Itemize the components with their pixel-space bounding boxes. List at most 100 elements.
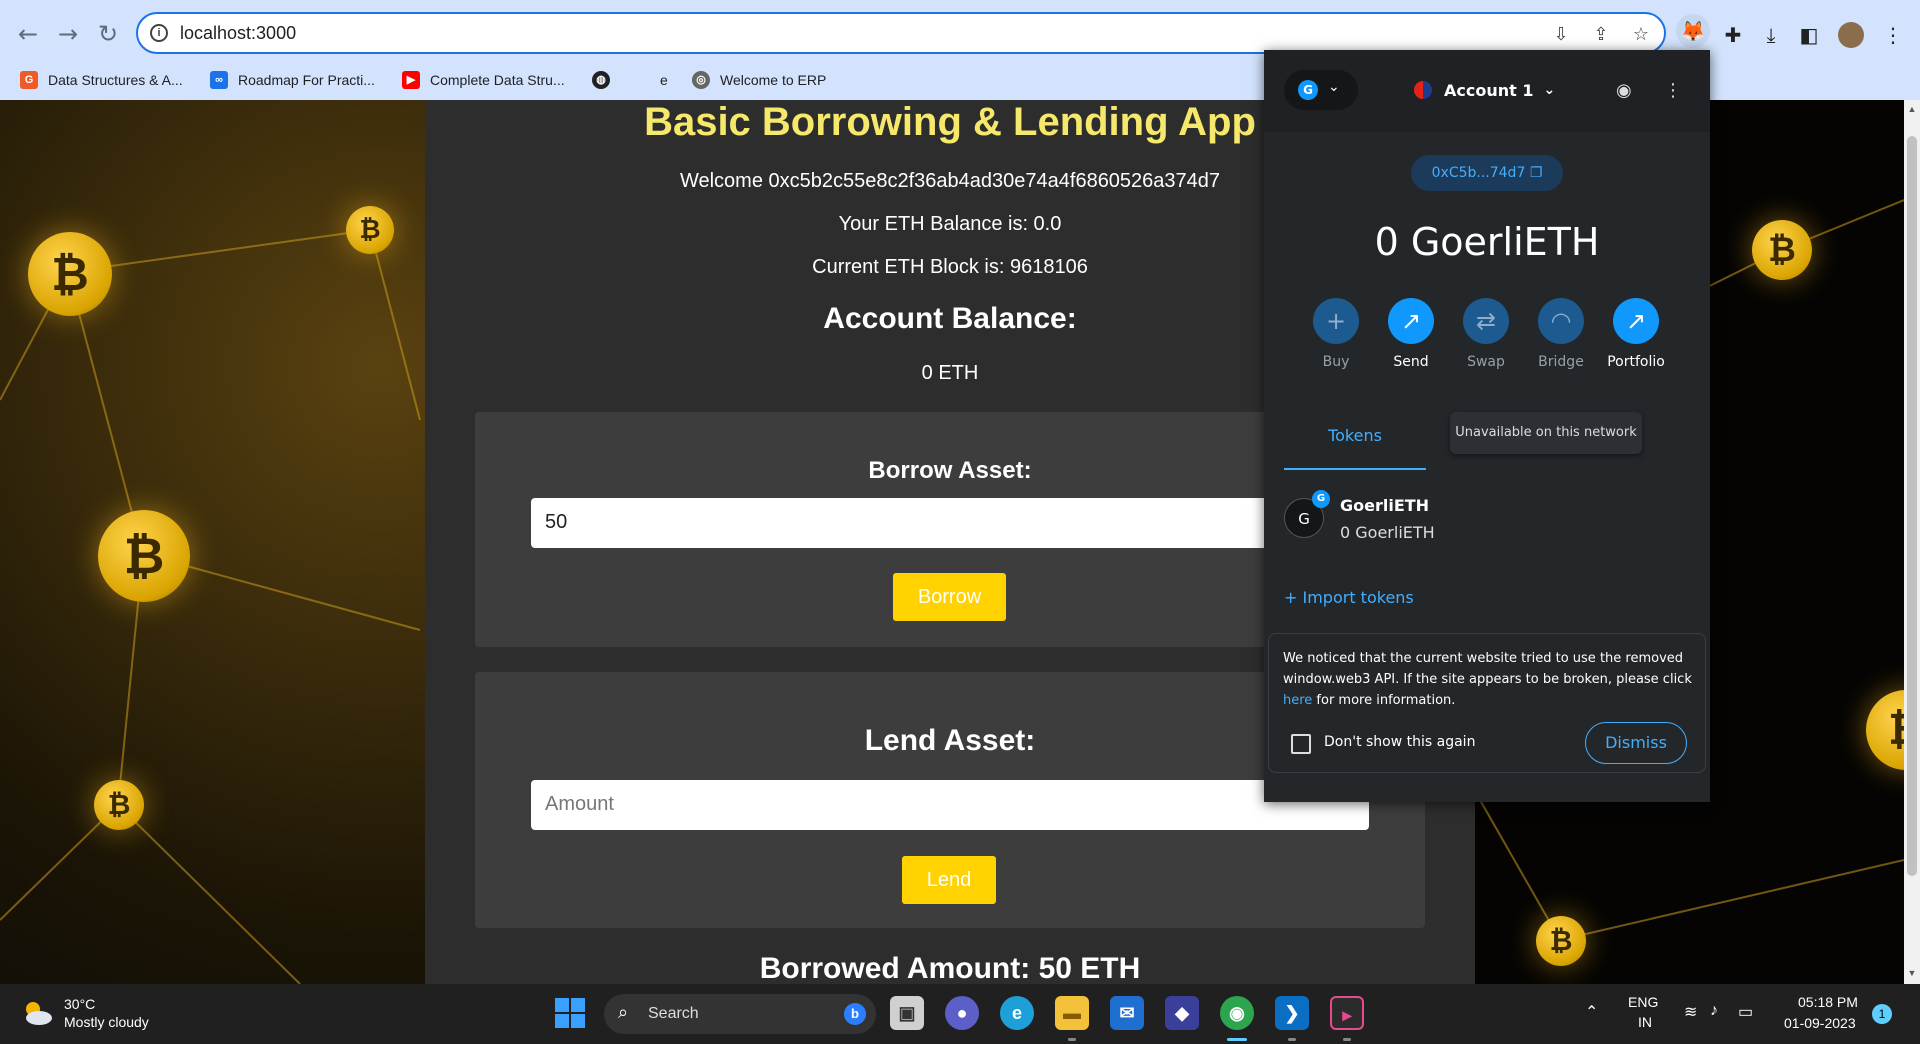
bookmark-item[interactable]: ▶ Complete Data Stru... (402, 68, 565, 92)
portfolio-action[interactable]: ↗ Portfolio (1604, 298, 1668, 370)
file-explorer-icon[interactable]: ▬ (1055, 996, 1089, 1030)
weather-widget[interactable]: 30°C Mostly cloudy (20, 994, 220, 1034)
vscode-icon[interactable]: ❯ (1275, 996, 1309, 1030)
token-amount: 0 GoerliETH (1340, 523, 1435, 542)
metamask-fox-icon[interactable]: 🦊 (1676, 14, 1710, 48)
windows-start-icon[interactable] (555, 998, 585, 1028)
account-address-copy[interactable]: 0xC5b...74d7 ❐ (1411, 155, 1563, 191)
youtube-icon: ▶ (402, 71, 420, 89)
terminal-icon[interactable]: ▸ (1330, 996, 1364, 1030)
lend-amount-input[interactable]: Amount (531, 780, 1369, 830)
account-avatar (1414, 81, 1432, 99)
plus-icon: + (1313, 298, 1359, 344)
bitcoin-coin-icon: ₿ (28, 232, 112, 316)
clock-time[interactable]: 05:18 PM (1798, 994, 1858, 1010)
metamask-popup: G ⌄ Account 1 ⌄ ◉ ⋮ 0xC5b...74d7 ❐ 0 Goe… (1264, 50, 1710, 802)
notice-text: We noticed that the current website trie… (1283, 648, 1693, 711)
buy-action[interactable]: + Buy (1304, 298, 1368, 370)
region-code[interactable]: IN (1638, 1014, 1652, 1030)
borrowed-amount-text: Borrowed Amount: 50 ETH (759, 952, 1141, 984)
share-icon[interactable]: ⇪ (1590, 24, 1612, 46)
copilot-icon[interactable]: ◆ (1165, 996, 1199, 1030)
bridge-action[interactable]: ◠ Bridge (1529, 298, 1593, 370)
url-text[interactable]: localhost:3000 (180, 23, 296, 44)
downloads-icon[interactable]: ⤓ (1758, 22, 1784, 48)
borrow-amount-input[interactable]: 50 (531, 498, 1369, 548)
import-tokens-link[interactable]: + Import tokens (1284, 588, 1414, 607)
reload-icon[interactable]: ↻ (94, 20, 122, 48)
side-panel-icon[interactable]: ◧ (1796, 22, 1822, 48)
forward-icon[interactable]: → (54, 20, 82, 48)
profile-avatar[interactable] (1838, 22, 1864, 48)
tab-tokens[interactable]: Tokens (1284, 418, 1426, 470)
send-action[interactable]: ↗ Send (1379, 298, 1443, 370)
language-code[interactable]: ENG (1628, 994, 1658, 1010)
connected-sites-icon[interactable]: ◉ (1616, 80, 1632, 101)
lend-button[interactable]: Lend (902, 856, 996, 904)
app-running-indicator (1343, 1038, 1351, 1041)
weather-temp: 30°C (64, 996, 96, 1012)
edge-icon[interactable]: e (1000, 996, 1034, 1030)
scroll-thumb[interactable] (1907, 136, 1917, 876)
wifi-icon[interactable]: ≋ (1684, 1002, 1697, 1022)
notice-link[interactable]: here (1283, 693, 1312, 708)
account-name: Account 1 (1444, 80, 1534, 100)
app-active-indicator (1227, 1038, 1247, 1041)
search-icon: ⌕ (618, 1002, 629, 1023)
unavailable-tooltip: Unavailable on this network (1450, 412, 1642, 454)
action-label: Bridge (1538, 354, 1584, 370)
chrome-icon[interactable]: ◉ (1220, 996, 1254, 1030)
battery-icon[interactable]: ▭ (1738, 1002, 1753, 1022)
bitcoin-coin-icon: ₿ (1536, 916, 1586, 966)
install-app-icon[interactable]: ⇩ (1550, 24, 1572, 46)
address-bar[interactable]: i localhost:3000 ⇩ ⇪ ☆ (136, 12, 1666, 54)
app-running-indicator (1068, 1038, 1076, 1041)
dont-show-label[interactable]: Don't show this again (1324, 734, 1475, 750)
teams-chat-icon[interactable]: ● (945, 996, 979, 1030)
dismiss-button[interactable]: Dismiss (1585, 722, 1687, 764)
bookmark-label: e (660, 72, 668, 88)
bookmark-item[interactable]: e (660, 68, 668, 92)
kebab-menu-icon[interactable]: ⋮ (1664, 80, 1682, 101)
windows-taskbar: 30°C Mostly cloudy ⌕ Search b ▣ ● e ▬ ✉ … (0, 984, 1920, 1044)
mail-icon[interactable]: ✉ (1110, 996, 1144, 1030)
token-list-item[interactable]: G G GoerliETH 0 GoerliETH (1284, 490, 1690, 550)
search-label: Search (648, 1005, 699, 1022)
bookmark-item[interactable]: ◎ Welcome to ERP (692, 68, 826, 92)
borrow-button[interactable]: Borrow (893, 573, 1006, 621)
action-label: Portfolio (1607, 354, 1665, 370)
chevron-down-icon: ⌄ (1328, 79, 1340, 95)
app-running-indicator (1288, 1038, 1296, 1041)
task-view-icon[interactable]: ▣ (890, 996, 924, 1030)
metamask-header: G ⌄ Account 1 ⌄ ◉ ⋮ (1264, 50, 1710, 132)
bookmark-item[interactable]: G Data Structures & A... (20, 68, 183, 92)
scroll-up-icon[interactable]: ▲ (1907, 104, 1917, 114)
network-selector[interactable]: G ⌄ (1284, 70, 1358, 110)
clock-date[interactable]: 01-09-2023 (1784, 1015, 1856, 1031)
back-icon[interactable]: ← (14, 20, 42, 48)
chevron-up-icon[interactable]: ⌃ (1585, 1002, 1598, 1022)
copy-icon: ❐ (1529, 165, 1543, 181)
bitcoin-coin-icon: ₿ (98, 510, 190, 602)
bookmark-label: Roadmap For Practi... (238, 72, 375, 88)
erp-icon: ◎ (692, 71, 710, 89)
arrow-up-right-icon: ↗ (1388, 298, 1434, 344)
volume-icon[interactable]: ♪ (1710, 1002, 1718, 1020)
bitcoin-coin-icon: ₿ (346, 206, 394, 254)
bookmark-item[interactable]: ∞ Roadmap For Practi... (210, 68, 375, 92)
dont-show-checkbox[interactable] (1291, 734, 1311, 754)
scroll-down-icon[interactable]: ▼ (1907, 968, 1917, 978)
notification-badge[interactable]: 1 (1872, 1004, 1892, 1024)
chrome-menu-icon[interactable]: ⋮ (1880, 22, 1906, 48)
extensions-puzzle-icon[interactable]: ✚ (1720, 22, 1746, 48)
taskbar-search[interactable]: ⌕ Search b (604, 994, 876, 1034)
site-info-icon[interactable]: i (150, 24, 168, 42)
network-badge: G (1312, 490, 1330, 508)
account-selector[interactable]: Account 1 ⌄ (1414, 78, 1555, 102)
bookmark-label: Data Structures & A... (48, 72, 183, 88)
page-scrollbar[interactable]: ▲ ▼ (1904, 100, 1920, 984)
address-text: 0xC5b...74d7 (1431, 165, 1526, 181)
bookmark-star-icon[interactable]: ☆ (1630, 24, 1652, 46)
swap-action[interactable]: ⇄ Swap (1454, 298, 1518, 370)
bookmark-item[interactable]: ◍ (592, 68, 620, 92)
